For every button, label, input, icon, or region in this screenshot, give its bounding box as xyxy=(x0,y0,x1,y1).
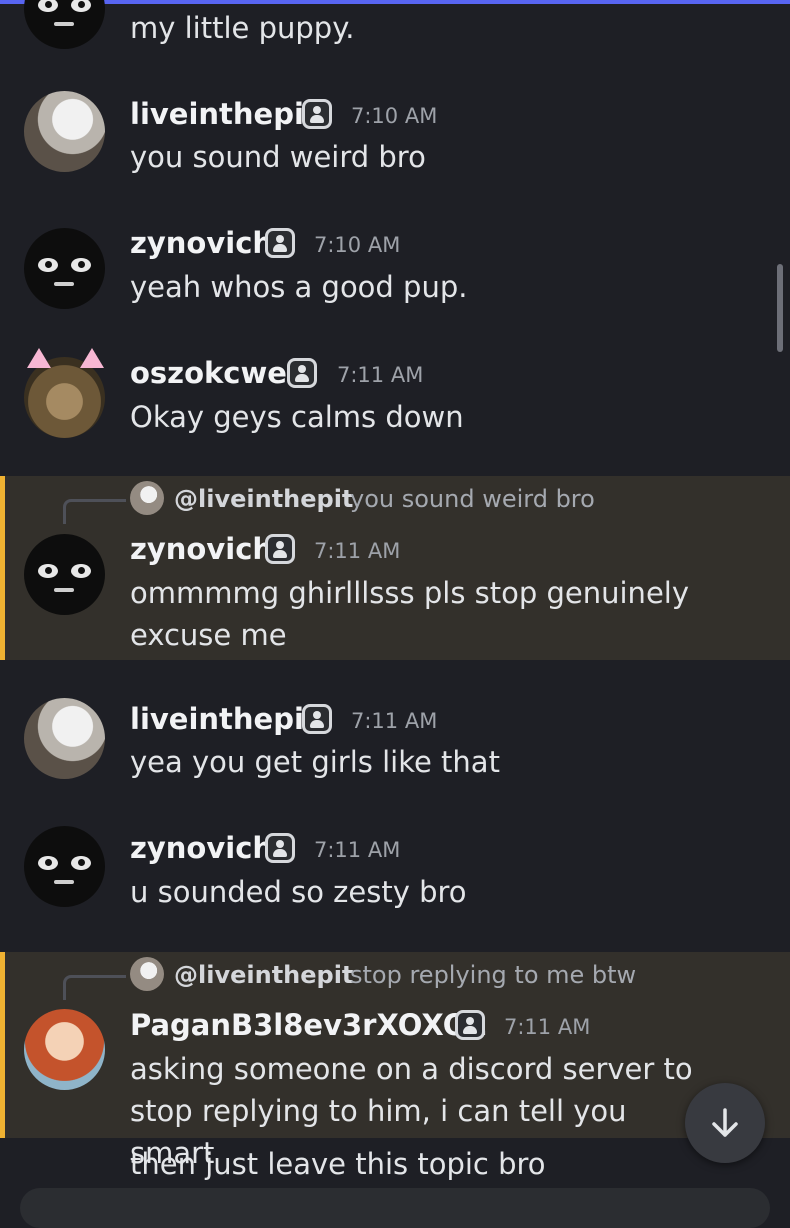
timestamp: 7:10 AM xyxy=(351,104,438,128)
message[interactable]: oszokcwel 7:11 AM Okay geys calms down xyxy=(0,345,790,455)
message-composer[interactable] xyxy=(20,1188,770,1228)
reply-avatar[interactable] xyxy=(130,957,164,991)
timestamp: 7:11 AM xyxy=(314,539,401,563)
avatar[interactable] xyxy=(24,698,105,779)
member-badge-icon[interactable] xyxy=(265,534,295,564)
member-badge-icon[interactable] xyxy=(455,1010,485,1040)
member-badge-icon[interactable] xyxy=(302,704,332,734)
message-text: then just leave this topic bro xyxy=(130,1147,546,1181)
avatar[interactable] xyxy=(24,1009,105,1090)
avatar[interactable] xyxy=(24,91,105,172)
reply-preview-text[interactable]: stop replying to me btw xyxy=(350,961,636,989)
timestamp: 7:11 AM xyxy=(314,838,401,862)
message[interactable]: zynovich 7:11 AM u sounded so zesty bro xyxy=(0,820,790,930)
message-text: you sound weird bro xyxy=(130,140,426,174)
timestamp: 7:11 AM xyxy=(351,709,438,733)
reply-connector xyxy=(63,499,126,524)
message-text: u sounded so zesty bro xyxy=(130,875,467,909)
message[interactable]: zynovich 7:10 AM yeah whos a good pup. xyxy=(0,215,790,325)
member-badge-icon[interactable] xyxy=(302,99,332,129)
scrollbar[interactable] xyxy=(777,264,783,352)
message-feed[interactable]: my little puppy. liveinthepit 7:10 AM yo… xyxy=(0,0,790,1200)
message-text: Okay geys calms down xyxy=(130,400,464,434)
timestamp: 7:11 AM xyxy=(504,1015,591,1039)
message[interactable]: liveinthepit 7:11 AM yea you get girls l… xyxy=(0,690,790,800)
reply-avatar[interactable] xyxy=(130,481,164,515)
arrow-down-icon xyxy=(712,1108,738,1137)
avatar[interactable] xyxy=(24,0,105,49)
username[interactable]: zynovich xyxy=(130,532,273,566)
username[interactable]: zynovich xyxy=(130,226,273,260)
username[interactable]: zynovich xyxy=(130,831,273,865)
message-text: yea you get girls like that xyxy=(130,745,500,779)
username[interactable]: oszokcwel xyxy=(130,356,297,390)
mention-bar xyxy=(0,476,5,660)
avatar-decoration xyxy=(27,348,51,368)
mention-bar xyxy=(0,952,5,1138)
username[interactable]: liveinthepit xyxy=(130,702,318,736)
avatar-decoration xyxy=(80,348,104,368)
avatar[interactable] xyxy=(24,826,105,907)
message-text: ommmmg ghirlllsss pls stop genuinely exc… xyxy=(130,576,690,652)
member-badge-icon[interactable] xyxy=(265,228,295,258)
message-continuation: my little puppy. xyxy=(0,0,790,60)
reply-connector xyxy=(63,975,126,1000)
reply-preview-text[interactable]: you sound weird bro xyxy=(350,485,595,513)
message-reply-highlighted[interactable]: @liveinthepit you sound weird bro zynovi… xyxy=(0,476,790,660)
username[interactable]: PaganB3l8ev3rXOXOL xyxy=(130,1008,486,1042)
jump-to-present-button[interactable] xyxy=(685,1083,765,1163)
message[interactable]: liveinthepit 7:10 AM you sound weird bro xyxy=(0,85,790,195)
message-text: my little puppy. xyxy=(130,11,355,45)
timestamp: 7:11 AM xyxy=(337,363,424,387)
reply-username[interactable]: @liveinthepit xyxy=(174,485,353,513)
timestamp: 7:10 AM xyxy=(314,233,401,257)
member-badge-icon[interactable] xyxy=(287,358,317,388)
avatar[interactable] xyxy=(24,357,105,438)
reply-username[interactable]: @liveinthepit xyxy=(174,961,353,989)
username[interactable]: liveinthepit xyxy=(130,97,318,131)
message-continuation: then just leave this topic bro xyxy=(0,1138,790,1188)
avatar[interactable] xyxy=(24,534,105,615)
message-text: yeah whos a good pup. xyxy=(130,270,468,304)
member-badge-icon[interactable] xyxy=(265,833,295,863)
message-reply-highlighted[interactable]: @liveinthepit stop replying to me btw Pa… xyxy=(0,952,790,1170)
avatar[interactable] xyxy=(24,228,105,309)
